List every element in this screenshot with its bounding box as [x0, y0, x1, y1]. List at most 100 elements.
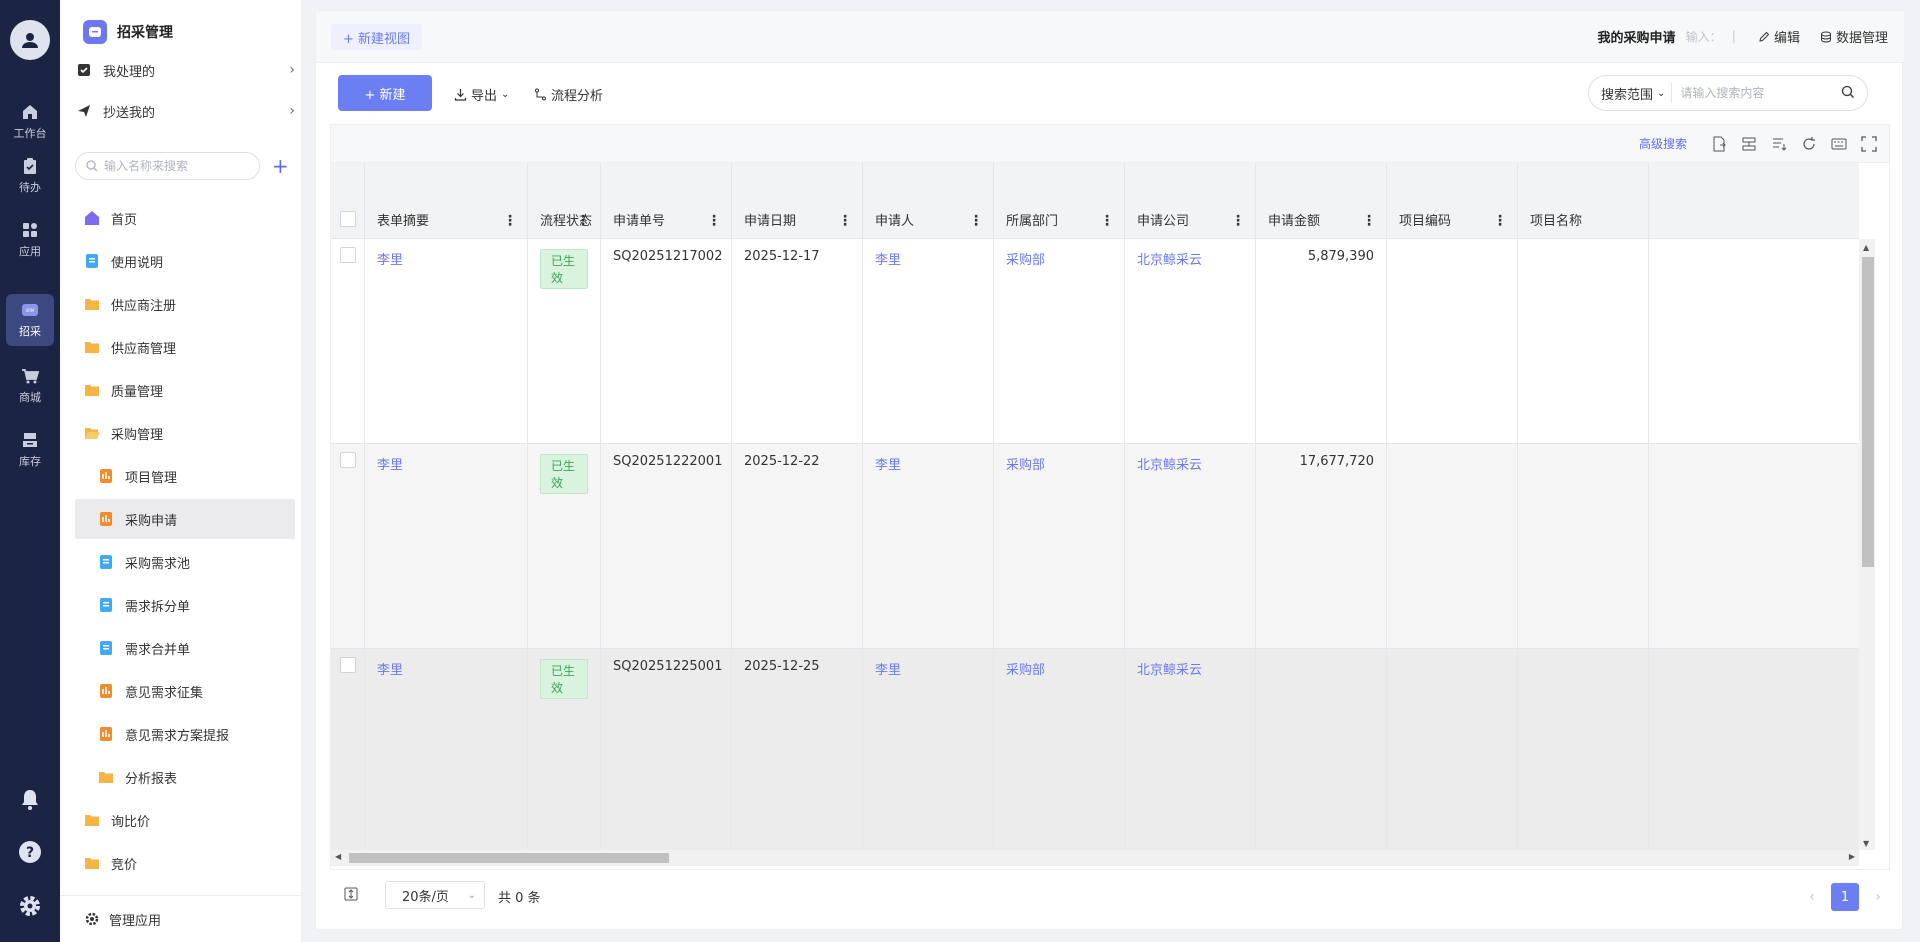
- column-header-label: 申请人: [875, 214, 915, 229]
- new-view-button[interactable]: + 新建视图: [331, 24, 423, 50]
- row-checkbox[interactable]: [340, 452, 356, 468]
- column-settings-icon[interactable]: [1771, 136, 1787, 152]
- sidebar-item[interactable]: 项目管理: [75, 456, 295, 496]
- cell-company[interactable]: 北京鲸采云: [1125, 444, 1256, 649]
- rail-item-inventory[interactable]: 库存: [0, 422, 60, 478]
- cell-summary[interactable]: 李里: [365, 444, 528, 649]
- column-header: 申请单号 ⋮: [601, 163, 732, 239]
- vertical-scrollbar[interactable]: ▲ ▼: [1859, 239, 1875, 850]
- sidebar-item[interactable]: 分析报表: [75, 757, 295, 797]
- row-height-icon[interactable]: [1741, 136, 1757, 152]
- rail-item-procurement[interactable]: SRM 招采: [6, 294, 54, 346]
- sidebar-item[interactable]: 使用说明: [75, 241, 295, 281]
- cell-amount: 5,879,390: [1256, 239, 1387, 444]
- sidebar-item[interactable]: 需求合并单: [75, 628, 295, 668]
- prev-page-button[interactable]: ‹: [1798, 883, 1826, 911]
- cell-applicant[interactable]: 李里: [863, 239, 994, 444]
- select-all-checkbox[interactable]: [340, 211, 356, 227]
- cell-company[interactable]: 北京鲸采云: [1125, 239, 1256, 444]
- vertical-scrollbar-thumb[interactable]: [1862, 257, 1874, 567]
- cell-dept[interactable]: 采购部: [994, 444, 1125, 649]
- sidebar-search-input[interactable]: [104, 159, 244, 173]
- row-checkbox[interactable]: [340, 657, 356, 673]
- bell-icon[interactable]: [18, 787, 42, 811]
- column-menu-icon[interactable]: ⋮: [1362, 213, 1376, 229]
- fullscreen-icon[interactable]: [1861, 135, 1877, 152]
- search-scope-dropdown[interactable]: 搜索范围 ⌄: [1589, 83, 1673, 103]
- chevron-down-icon: ⌄: [1657, 87, 1666, 99]
- home-icon: [23, 105, 37, 119]
- quick-item-label: 我处理的: [103, 64, 156, 80]
- search-input[interactable]: [1680, 86, 1821, 100]
- quick-item-cc[interactable]: 抄送我的 ›: [75, 91, 295, 131]
- status-cell: 已生效: [528, 444, 601, 649]
- cell-proj_code: [1387, 239, 1518, 444]
- cell-summary[interactable]: 李里: [365, 239, 528, 444]
- export-button[interactable]: 导出 ⌄: [454, 85, 509, 104]
- column-menu-icon[interactable]: ⋮: [838, 213, 852, 229]
- edit-button[interactable]: 编辑: [1758, 27, 1800, 46]
- page-size-select[interactable]: 20条/页 ⌄: [385, 881, 485, 909]
- advanced-search-link[interactable]: 高级搜索: [1639, 135, 1687, 152]
- sidebar-item[interactable]: 竞价: [75, 843, 295, 883]
- rail-item-workbench[interactable]: 工作台: [0, 94, 60, 150]
- sidebar-item[interactable]: 采购需求池: [75, 542, 295, 582]
- flow-analysis-button[interactable]: 流程分析: [534, 85, 603, 104]
- column-menu-icon[interactable]: ⋮: [969, 213, 983, 229]
- horizontal-scrollbar[interactable]: ◀ ▶: [331, 850, 1859, 866]
- column-menu-icon[interactable]: ⋮: [576, 213, 590, 229]
- add-icon[interactable]: +: [272, 156, 289, 176]
- column-menu-icon[interactable]: ⋮: [1231, 213, 1245, 229]
- sidebar-item[interactable]: 供应商管理: [75, 327, 295, 367]
- current-page-button[interactable]: 1: [1831, 883, 1859, 911]
- column-menu-icon[interactable]: ⋮: [1493, 213, 1507, 229]
- refresh-icon[interactable]: [1801, 136, 1817, 152]
- quick-item-handled[interactable]: 我处理的 ›: [75, 50, 295, 90]
- export-doc-icon[interactable]: [1711, 136, 1727, 152]
- user-avatar[interactable]: [10, 20, 50, 60]
- cell-applicant[interactable]: 李里: [863, 649, 994, 850]
- sidebar-item[interactable]: 供应商注册: [75, 284, 295, 324]
- table-tools-bar: 高级搜索: [331, 125, 1889, 163]
- rail-item-apps[interactable]: 应用: [0, 212, 60, 268]
- next-page-button[interactable]: ›: [1864, 883, 1892, 911]
- cell-company[interactable]: 北京鲸采云: [1125, 649, 1256, 850]
- app-header: 招采管理: [83, 20, 173, 44]
- table-row[interactable]: 李里 已生效 SQ20251217002 2025-12-17 李里 采购部 北京鲸采云 5,…: [331, 239, 1859, 444]
- sidebar-search-field[interactable]: [75, 152, 260, 180]
- sidebar-item[interactable]: 首页: [75, 198, 295, 238]
- sidebar-item[interactable]: 采购申请: [75, 499, 295, 539]
- help-icon[interactable]: ?: [18, 840, 42, 864]
- column-menu-icon[interactable]: ⋮: [503, 213, 517, 229]
- sidebar-item[interactable]: 意见需求征集: [75, 671, 295, 711]
- rail-item-todo[interactable]: 待办: [0, 148, 60, 204]
- search-icon[interactable]: [1841, 85, 1855, 99]
- expand-rows-icon[interactable]: [344, 887, 358, 901]
- row-checkbox[interactable]: [340, 247, 356, 263]
- horizontal-scrollbar-thumb[interactable]: [349, 853, 669, 863]
- rail-item-mall[interactable]: 商城: [0, 358, 60, 414]
- search-scope-label: 搜索范围: [1601, 87, 1654, 103]
- keyboard-icon[interactable]: [1831, 136, 1847, 152]
- manage-app-button[interactable]: 管理应用: [60, 895, 302, 942]
- column-menu-icon[interactable]: ⋮: [1100, 213, 1114, 229]
- sidebar-item[interactable]: 询比价: [75, 800, 295, 840]
- table-row[interactable]: 李里 已生效 SQ20251222001 2025-12-22 李里 采购部 北京鲸采云 17…: [331, 444, 1859, 649]
- sidebar-item-label: 首页: [111, 212, 138, 228]
- search-icon: [86, 160, 98, 172]
- new-record-button[interactable]: + 新建: [338, 75, 432, 111]
- data-manage-button[interactable]: 数据管理: [1820, 27, 1888, 46]
- sidebar-item[interactable]: 质量管理: [75, 370, 295, 410]
- sidebar-item[interactable]: 需求拆分单: [75, 585, 295, 625]
- cell-applicant[interactable]: 李里: [863, 444, 994, 649]
- sidebar-item[interactable]: 意见需求方案提报: [75, 714, 295, 754]
- column-menu-icon[interactable]: ⋮: [707, 213, 721, 229]
- cell-dept[interactable]: 采购部: [994, 239, 1125, 444]
- column-header: 申请人 ⋮: [863, 163, 994, 239]
- doc-icon: [97, 639, 115, 657]
- cell-summary[interactable]: 李里: [365, 649, 528, 850]
- cell-dept[interactable]: 采购部: [994, 649, 1125, 850]
- gear-icon[interactable]: [18, 894, 42, 918]
- sidebar-item[interactable]: 采购管理: [75, 413, 295, 453]
- table-row[interactable]: 李里 已生效 SQ20251225001 2025-12-25 李里 采购部 北京鲸采云: [331, 649, 1859, 850]
